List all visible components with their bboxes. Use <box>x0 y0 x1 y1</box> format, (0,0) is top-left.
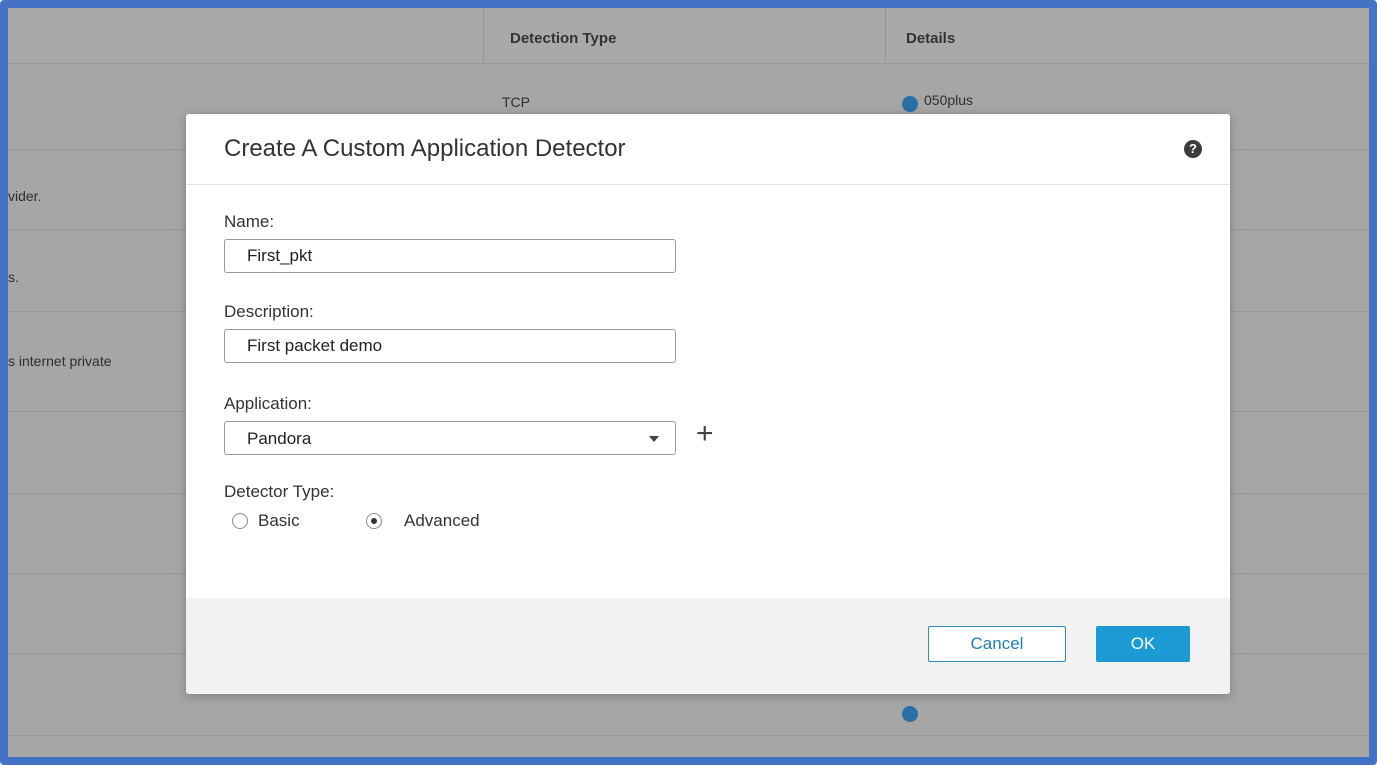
dialog-header: Create A Custom Application Detector ? <box>186 114 1230 185</box>
add-application-icon[interactable]: + <box>696 417 714 451</box>
name-label: Name: <box>224 212 275 231</box>
column-header-detection-type: Detection Type <box>510 30 617 47</box>
screenshot-frame: Detection Type Details TCP 050plus vider… <box>0 0 1377 765</box>
table-cell-description: vider. <box>8 188 42 204</box>
info-icon <box>902 706 918 722</box>
row-divider <box>8 735 1369 736</box>
dialog-footer: Cancel OK <box>186 598 1230 694</box>
column-separator <box>483 8 484 63</box>
help-icon[interactable]: ? <box>1184 140 1202 158</box>
radio-advanced[interactable] <box>366 513 382 529</box>
column-header-details: Details <box>906 30 956 47</box>
application-select-value: Pandora <box>247 429 312 448</box>
info-icon <box>902 96 918 112</box>
description-label: Description: <box>224 302 314 321</box>
application-label: Application: <box>224 394 312 413</box>
ok-button[interactable]: OK <box>1096 626 1190 662</box>
column-separator <box>885 8 886 63</box>
description-input[interactable] <box>224 329 676 363</box>
table-cell-description: s. <box>8 269 19 285</box>
background-table-header: Detection Type Details <box>8 8 1369 64</box>
chevron-down-icon <box>649 436 659 442</box>
table-cell-details: 050plus <box>924 92 974 108</box>
table-cell-description: s internet private <box>8 353 112 369</box>
radio-basic[interactable] <box>232 513 248 529</box>
radio-advanced-label[interactable]: Advanced <box>404 511 480 531</box>
radio-basic-label[interactable]: Basic <box>258 511 300 531</box>
table-cell-detection-type: TCP <box>502 94 530 110</box>
cancel-button[interactable]: Cancel <box>928 626 1066 662</box>
detector-type-label: Detector Type: <box>224 482 335 501</box>
name-input[interactable] <box>224 239 676 273</box>
application-select[interactable]: Pandora <box>224 421 676 455</box>
dialog-title: Create A Custom Application Detector <box>224 135 626 162</box>
create-detector-dialog: Create A Custom Application Detector ? N… <box>186 114 1230 694</box>
